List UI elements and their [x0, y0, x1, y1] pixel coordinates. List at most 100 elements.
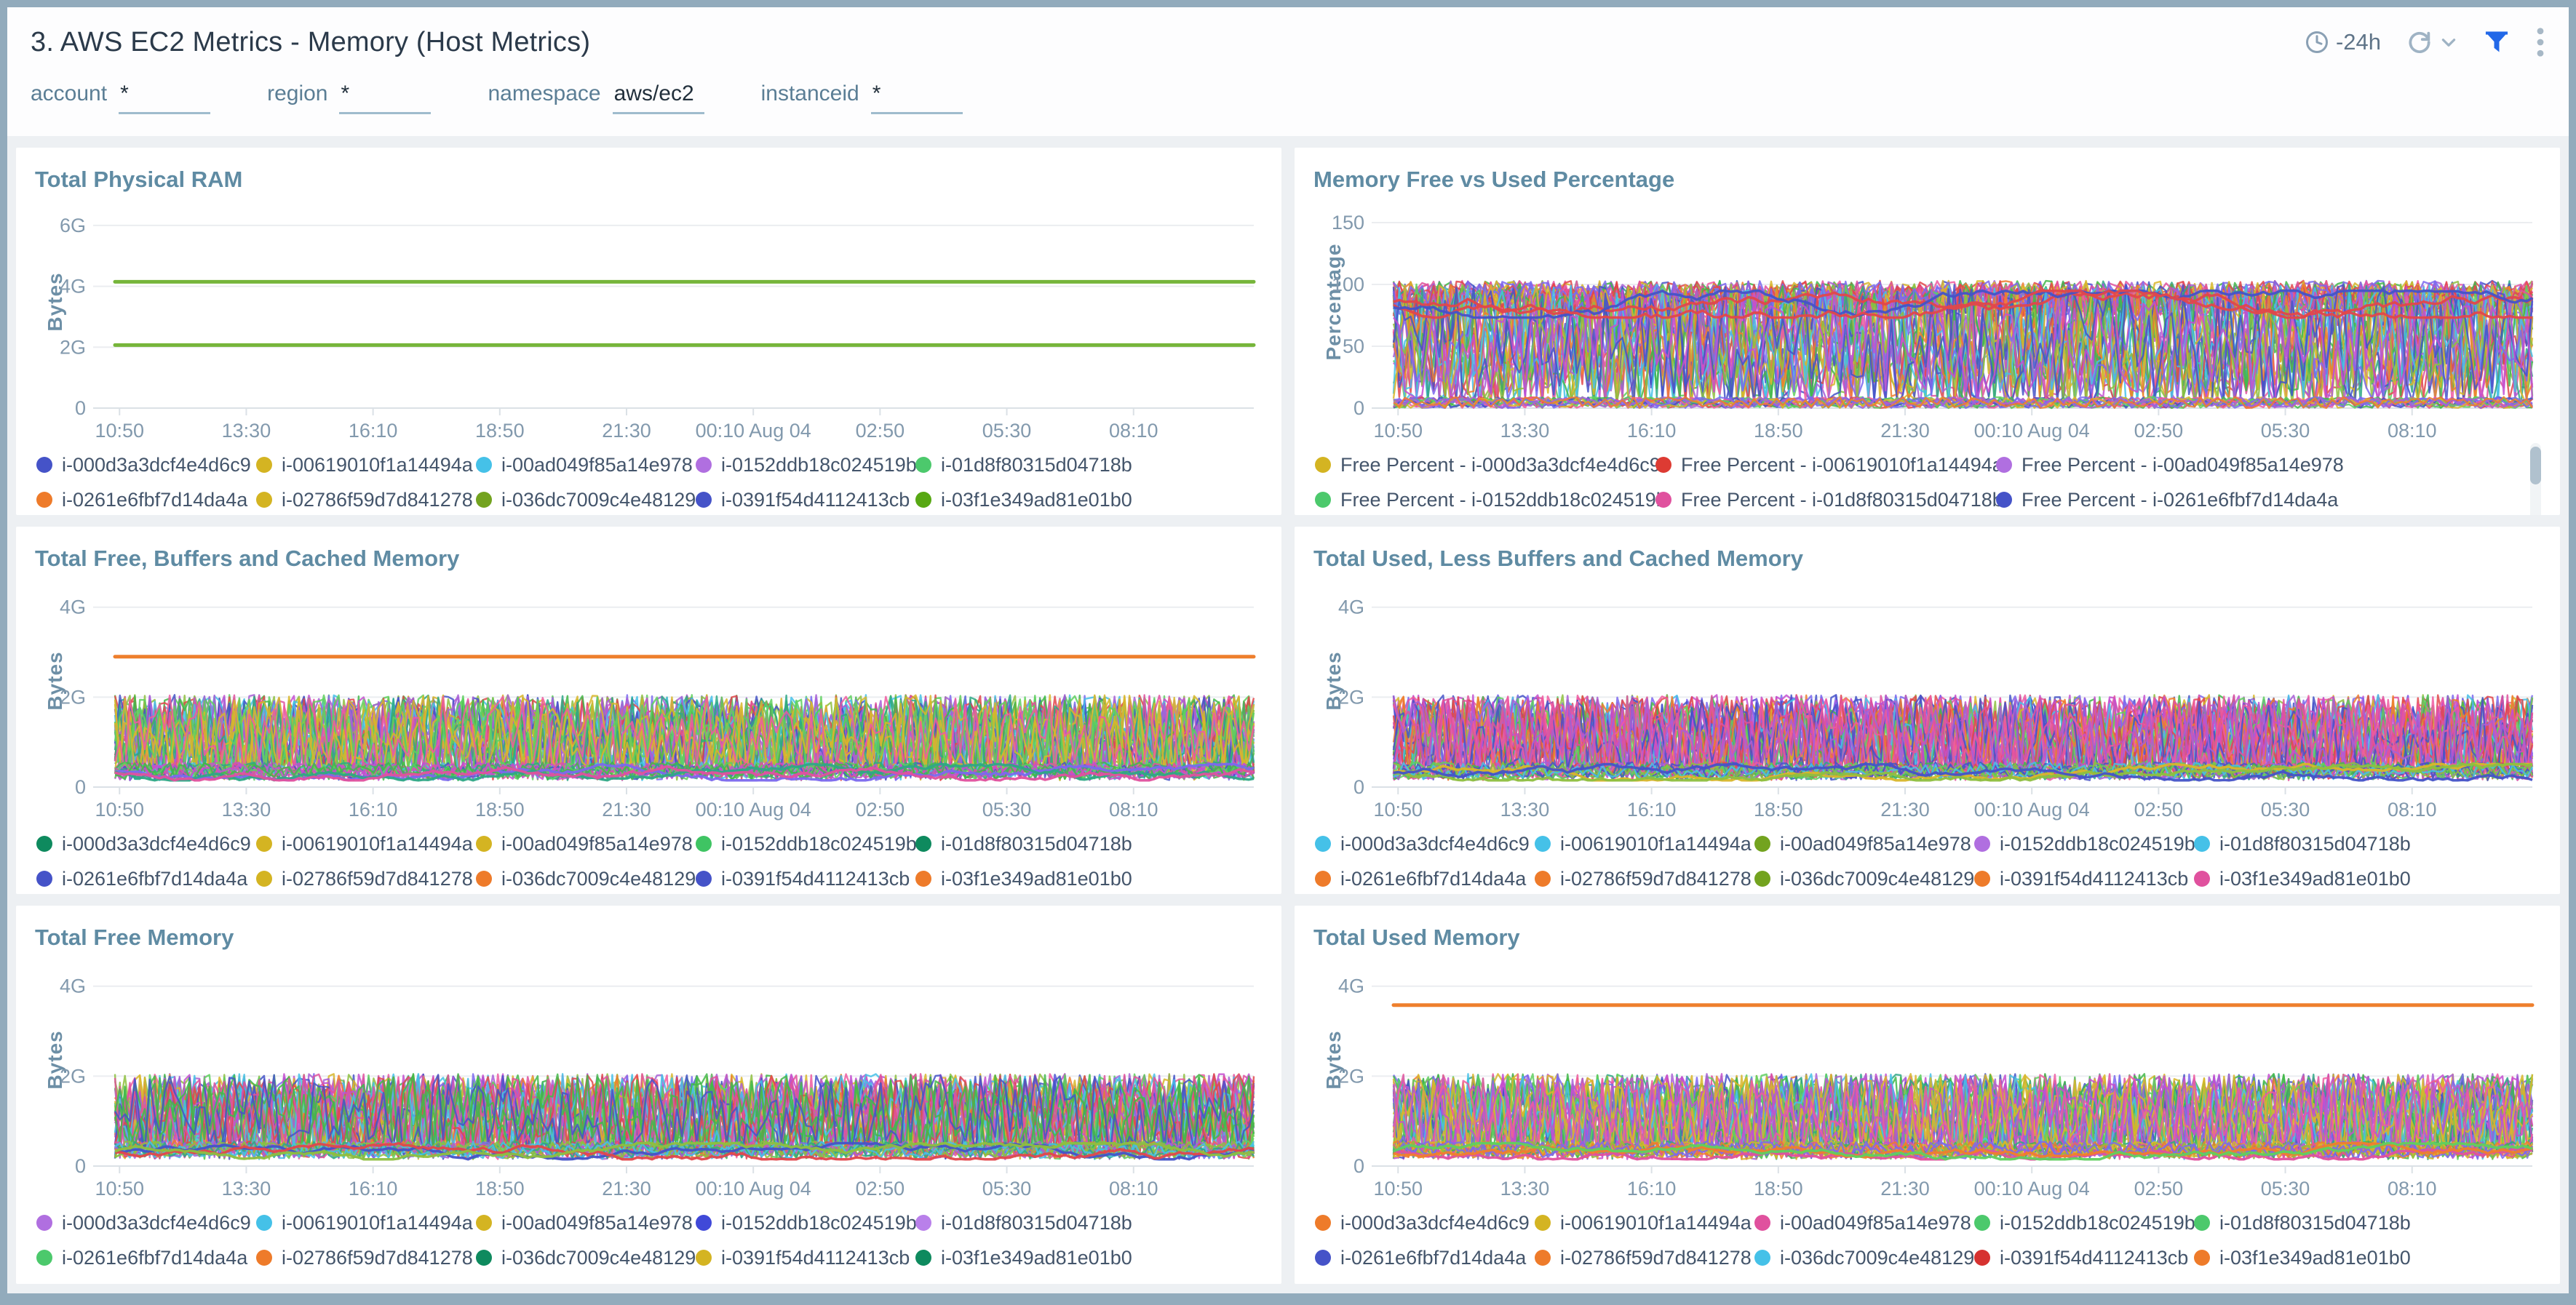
panel-memory-free-vs-used-percentage: Memory Free vs Used Percentage Percentag…: [1295, 148, 2560, 515]
legend-item[interactable]: i-00619010f1a14494a: [256, 454, 476, 476]
line-chart[interactable]: 02G4G10:5013:3016:1018:5021:3000:10 Aug …: [1313, 958, 2541, 1200]
legend-item[interactable]: i-0152ddb18c024519b: [1974, 833, 2194, 855]
legend-item[interactable]: i-00ad049f85a14e978: [476, 833, 696, 855]
chart-legend: i-000d3a3dcf4e4d6c9i-00619010f1a14494ai-…: [35, 821, 1263, 894]
legend-item[interactable]: i-0391f54d4112413cb: [1974, 868, 2194, 890]
legend-item[interactable]: i-0152ddb18c024519b: [696, 833, 915, 855]
line-chart[interactable]: 02G4G10:5013:3016:1018:5021:3000:10 Aug …: [35, 579, 1263, 821]
legend-item[interactable]: i-0152ddb18c024519b: [1974, 1212, 2194, 1234]
refresh-icon: [2406, 28, 2433, 56]
legend-item[interactable]: i-00ad049f85a14e978: [476, 454, 696, 476]
legend-series-dot: [476, 871, 492, 887]
legend-item[interactable]: i-03f1e349ad81e01b0: [2194, 868, 2414, 890]
svg-text:13:30: 13:30: [1500, 420, 1550, 442]
legend-item[interactable]: i-01d8f80315d04718b: [2194, 833, 2414, 855]
legend-item[interactable]: i-03f1e349ad81e01b0: [915, 1247, 1135, 1269]
legend-item[interactable]: i-00ad049f85a14e978: [1754, 1212, 1974, 1234]
legend-item[interactable]: i-0261e6fbf7d14da4a: [36, 868, 256, 890]
legend-item[interactable]: i-03f1e349ad81e01b0: [2194, 1247, 2414, 1269]
filter-button[interactable]: [2483, 28, 2511, 56]
legend-item[interactable]: i-01d8f80315d04718b: [915, 454, 1135, 476]
legend-item[interactable]: i-02786f59d7d841278: [1535, 868, 1754, 890]
legend-item[interactable]: i-02786f59d7d841278: [1535, 1247, 1754, 1269]
legend-item[interactable]: Free Percent - i-00619010f1a14494a: [1655, 454, 1996, 476]
legend-item[interactable]: i-0391f54d4112413cb: [1974, 1247, 2194, 1269]
legend-item[interactable]: i-0261e6fbf7d14da4a: [36, 1247, 256, 1269]
filter-namespace-input[interactable]: aws/ec2: [613, 81, 704, 114]
legend-item[interactable]: i-00ad049f85a14e978: [1754, 833, 1974, 855]
legend-item[interactable]: i-036dc7009c4e48129: [1754, 868, 1974, 890]
time-range-button[interactable]: -24h: [2304, 29, 2381, 55]
legend-series-dot: [915, 1215, 931, 1231]
legend-item[interactable]: i-02786f59d7d841278: [256, 489, 476, 511]
legend-series-dot: [915, 836, 931, 852]
filter-namespace: namespace aws/ec2: [488, 81, 704, 114]
legend-series-dot: [256, 1215, 272, 1231]
svg-text:05:30: 05:30: [2261, 799, 2310, 821]
legend-series-label: i-00619010f1a14494a: [282, 1212, 473, 1234]
legend-item[interactable]: Free Percent - i-000d3a3dcf4e4d6c9: [1315, 454, 1655, 476]
line-chart[interactable]: 05010015010:5013:3016:1018:5021:3000:10 …: [1313, 200, 2541, 442]
legend-item[interactable]: i-01d8f80315d04718b: [2194, 1212, 2414, 1234]
filter-instanceid-input[interactable]: *: [871, 81, 963, 114]
legend-item[interactable]: i-00619010f1a14494a: [1535, 1212, 1754, 1234]
legend-item[interactable]: i-0391f54d4112413cb: [696, 1247, 915, 1269]
legend-item[interactable]: i-02786f59d7d841278: [256, 868, 476, 890]
legend-item[interactable]: i-01d8f80315d04718b: [915, 1212, 1135, 1234]
svg-text:21:30: 21:30: [602, 420, 651, 442]
legend-series-dot: [2194, 1215, 2210, 1231]
legend-item[interactable]: Free Percent - i-0261e6fbf7d14da4a: [1996, 489, 2337, 511]
legend-series-dot: [1754, 836, 1770, 852]
legend-item[interactable]: i-000d3a3dcf4e4d6c9: [1315, 1212, 1535, 1234]
legend-series-label: Free Percent - i-01d8f80315d04718b: [1681, 489, 2003, 511]
legend-item[interactable]: i-036dc7009c4e48129: [476, 489, 696, 511]
line-chart[interactable]: 02G4G10:5013:3016:1018:5021:3000:10 Aug …: [1313, 579, 2541, 821]
legend-item[interactable]: i-000d3a3dcf4e4d6c9: [36, 454, 256, 476]
legend-item[interactable]: i-0152ddb18c024519b: [696, 454, 915, 476]
legend-item[interactable]: i-00619010f1a14494a: [1535, 833, 1754, 855]
legend-item[interactable]: i-0261e6fbf7d14da4a: [36, 489, 256, 511]
legend-series-label: i-00ad049f85a14e978: [1780, 1212, 1971, 1234]
legend-item[interactable]: i-0261e6fbf7d14da4a: [1315, 1247, 1535, 1269]
legend-item[interactable]: i-00619010f1a14494a: [256, 1212, 476, 1234]
panel-title: Total Free, Buffers and Cached Memory: [35, 546, 1263, 572]
line-chart[interactable]: 02G4G10:5013:3016:1018:5021:3000:10 Aug …: [35, 958, 1263, 1200]
kebab-menu-icon: [2535, 26, 2545, 58]
filter-region-input[interactable]: *: [339, 81, 431, 114]
svg-text:13:30: 13:30: [1500, 1178, 1550, 1200]
filter-account-input[interactable]: *: [119, 81, 210, 114]
legend-item[interactable]: i-0391f54d4112413cb: [696, 868, 915, 890]
legend-series-label: i-03f1e349ad81e01b0: [2219, 868, 2411, 890]
legend-item[interactable]: Free Percent - i-01d8f80315d04718b: [1655, 489, 1996, 511]
legend-item[interactable]: i-036dc7009c4e48129: [476, 1247, 696, 1269]
legend-item[interactable]: i-036dc7009c4e48129: [1754, 1247, 1974, 1269]
legend-item[interactable]: i-03f1e349ad81e01b0: [915, 489, 1135, 511]
legend-series-label: Free Percent - i-0261e6fbf7d14da4a: [2022, 489, 2338, 511]
legend-item[interactable]: i-01d8f80315d04718b: [915, 833, 1135, 855]
legend-item[interactable]: Free Percent - i-00ad049f85a14e978: [1996, 454, 2337, 476]
svg-text:10:50: 10:50: [95, 420, 144, 442]
legend-series-dot: [915, 492, 931, 508]
legend-item[interactable]: i-0391f54d4112413cb: [696, 489, 915, 511]
refresh-button[interactable]: [2406, 28, 2458, 56]
legend-item[interactable]: i-00ad049f85a14e978: [476, 1212, 696, 1234]
legend-item[interactable]: i-03f1e349ad81e01b0: [915, 868, 1135, 890]
svg-text:0: 0: [75, 1155, 86, 1177]
legend-item[interactable]: i-000d3a3dcf4e4d6c9: [36, 833, 256, 855]
legend-item[interactable]: i-0261e6fbf7d14da4a: [1315, 868, 1535, 890]
svg-text:4G: 4G: [60, 276, 86, 298]
kebab-menu-button[interactable]: [2535, 26, 2545, 58]
line-chart[interactable]: 02G4G6G10:5013:3016:1018:5021:3000:10 Au…: [35, 200, 1263, 442]
legend-series-dot: [1315, 1250, 1331, 1266]
legend-scrollbar-thumb[interactable]: [2530, 447, 2541, 484]
legend-item[interactable]: i-0152ddb18c024519b: [696, 1212, 915, 1234]
legend-series-dot: [2194, 871, 2210, 887]
legend-item[interactable]: Free Percent - i-0152ddb18c024519b: [1315, 489, 1655, 511]
legend-item[interactable]: i-000d3a3dcf4e4d6c9: [1315, 833, 1535, 855]
legend-item[interactable]: i-02786f59d7d841278: [256, 1247, 476, 1269]
legend-series-dot: [36, 1215, 52, 1231]
legend-item[interactable]: i-00619010f1a14494a: [256, 833, 476, 855]
legend-item[interactable]: i-000d3a3dcf4e4d6c9: [36, 1212, 256, 1234]
svg-text:0: 0: [1353, 1155, 1364, 1177]
legend-item[interactable]: i-036dc7009c4e48129: [476, 868, 696, 890]
